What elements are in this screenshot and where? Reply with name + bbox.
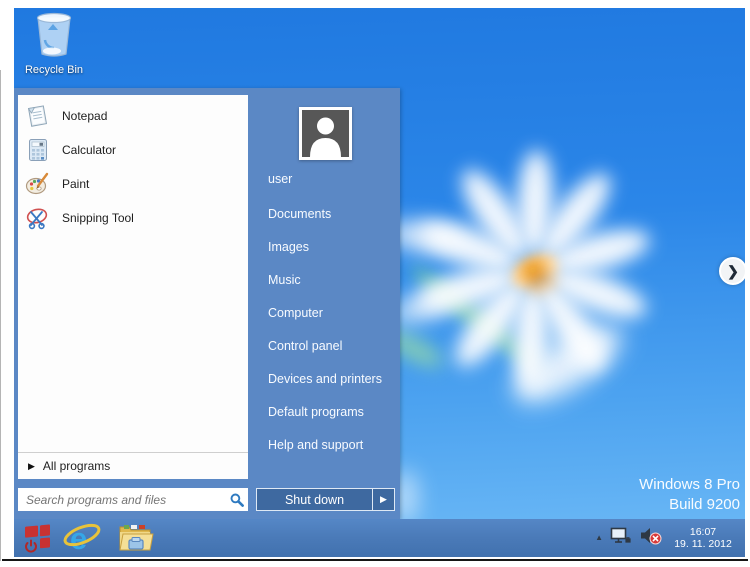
taskbar: e ▲: [14, 519, 745, 557]
start-menu-item-notepad[interactable]: Notepad: [18, 99, 248, 133]
person-icon: [302, 110, 349, 157]
shutdown-button[interactable]: Shut down: [257, 489, 372, 510]
app-label: Snipping Tool: [62, 211, 134, 225]
start-menu-item-images[interactable]: Images: [268, 240, 309, 254]
start-logo-icon: [21, 523, 53, 554]
start-menu-item-computer[interactable]: Computer: [268, 306, 323, 320]
network-tray-icon[interactable]: [610, 526, 632, 550]
volume-muted-tray-icon[interactable]: [639, 526, 662, 550]
recycle-bin-label: Recycle Bin: [18, 64, 90, 76]
start-menu-item-music[interactable]: Music: [268, 273, 301, 287]
all-programs-button[interactable]: ▶ All programs: [18, 452, 248, 479]
show-hidden-icons-button[interactable]: ▲: [595, 533, 603, 544]
start-menu-search: [18, 488, 248, 511]
clock-time: 16:07: [669, 526, 737, 539]
start-menu-left-panel: Notepad: [18, 95, 248, 479]
shutdown-options-button[interactable]: ▶: [373, 489, 394, 510]
build-watermark: Windows 8 Pro Build 9200: [639, 475, 740, 515]
start-menu: Notepad: [14, 88, 400, 519]
screenshot-page: Recycle Bin ❯ Windows 8 Pro Build 9200: [0, 0, 750, 567]
desktop-wallpaper: Recycle Bin ❯ Windows 8 Pro Build 9200: [14, 8, 745, 557]
notepad-icon: [25, 103, 51, 129]
user-name-label[interactable]: user: [268, 172, 292, 186]
start-button[interactable]: [20, 522, 54, 554]
edge-chevron-button[interactable]: ❯: [719, 257, 745, 285]
calculator-icon: [25, 137, 51, 163]
recycle-bin-icon: [31, 10, 77, 58]
start-menu-item-documents[interactable]: Documents: [268, 207, 331, 221]
app-label: Paint: [62, 177, 89, 191]
user-avatar[interactable]: [299, 107, 352, 160]
image-bottom-border: [2, 559, 748, 561]
system-tray: ▲ 16:07: [595, 519, 741, 557]
taskbar-file-explorer[interactable]: [116, 522, 154, 554]
start-menu-item-default-programs[interactable]: Default programs: [268, 405, 364, 419]
paint-icon: [25, 171, 51, 197]
start-menu-item-paint[interactable]: Paint: [18, 167, 248, 201]
file-explorer-icon: [116, 522, 154, 554]
search-icon[interactable]: [226, 493, 248, 507]
internet-explorer-icon: e: [61, 520, 103, 556]
watermark-edition: Windows 8 Pro: [639, 475, 740, 495]
search-input[interactable]: [18, 493, 226, 507]
clock-date: 19. 11. 2012: [669, 538, 737, 551]
start-menu-item-calculator[interactable]: Calculator: [18, 133, 248, 167]
triangle-right-icon: ▶: [28, 462, 35, 471]
app-label: Calculator: [62, 143, 116, 157]
watermark-build: Build 9200: [639, 495, 740, 515]
taskbar-clock[interactable]: 16:07 19. 11. 2012: [669, 526, 741, 551]
start-menu-item-devices-and-printers[interactable]: Devices and printers: [268, 372, 382, 386]
taskbar-internet-explorer[interactable]: e: [61, 520, 103, 556]
triangle-right-icon: ▶: [380, 494, 387, 505]
chevron-right-icon: ❯: [727, 263, 739, 280]
start-menu-item-help-and-support[interactable]: Help and support: [268, 438, 363, 452]
start-menu-item-control-panel[interactable]: Control panel: [268, 339, 342, 353]
snipping-tool-icon: [25, 205, 51, 231]
recycle-bin-shortcut[interactable]: Recycle Bin: [18, 10, 90, 76]
image-left-border: [0, 70, 1, 561]
start-menu-item-snipping-tool[interactable]: Snipping Tool: [18, 201, 248, 235]
shutdown-split-button: Shut down ▶: [256, 488, 395, 511]
all-programs-label: All programs: [43, 459, 110, 473]
app-label: Notepad: [62, 109, 107, 123]
